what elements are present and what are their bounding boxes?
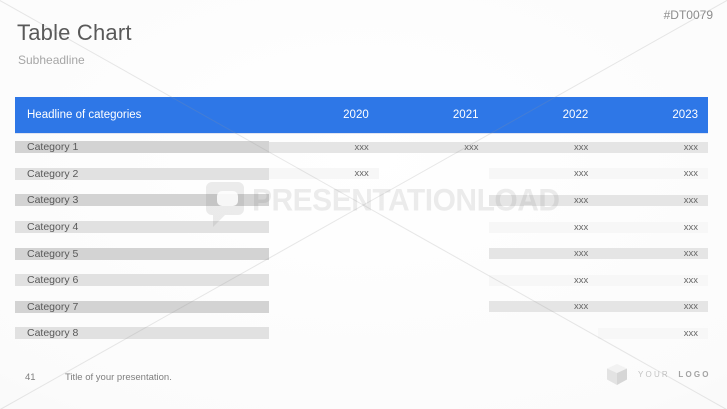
table-body: Category 1 xxx xxx xxx xxx Category 2 xx… — [15, 134, 708, 347]
category-cell: Category 5 — [15, 248, 269, 260]
value-cell: xxx — [598, 248, 708, 259]
category-cell: Category 6 — [15, 274, 269, 286]
table-chart: Headline of categories 2020 2021 2022 20… — [15, 97, 708, 347]
table-header-year-2021: 2021 — [379, 109, 489, 121]
cube-logo-icon — [606, 364, 628, 385]
value-cell: xxx — [598, 195, 708, 206]
slide: #DT0079 Table Chart Subheadline Headline… — [0, 0, 727, 409]
table-header-year-2023: 2023 — [598, 109, 708, 121]
table-row: Category 8 xxx — [15, 320, 708, 347]
value-cell: xxx — [489, 195, 599, 206]
your-logo-word2: LOGO — [678, 370, 710, 379]
category-cell: Category 7 — [15, 301, 269, 313]
category-cell: Category 3 — [15, 194, 269, 206]
table-header-categories: Headline of categories — [15, 109, 269, 121]
category-cell: Category 2 — [15, 168, 269, 180]
value-cell: xxx — [269, 168, 379, 179]
value-cell: xxx — [489, 301, 599, 312]
table-row: Category 3 xxx xxx — [15, 187, 708, 214]
table-row: Category 6 xxx xxx — [15, 267, 708, 294]
table-header-row: Headline of categories 2020 2021 2022 20… — [15, 97, 708, 134]
your-logo-text: YOUR LOGO — [638, 370, 711, 379]
value-cell: xxx — [489, 168, 599, 179]
category-cell: Category 1 — [15, 141, 269, 153]
table-header-year-2022: 2022 — [489, 109, 599, 121]
value-cell: xxx — [598, 275, 708, 286]
value-cell: xxx — [269, 142, 379, 153]
value-cell: xxx — [598, 301, 708, 312]
value-cell: xxx — [598, 142, 708, 153]
table-header-year-2020: 2020 — [269, 109, 379, 121]
table-row: Category 5 xxx xxx — [15, 240, 708, 267]
page-title: Table Chart — [17, 20, 132, 46]
table-row: Category 7 xxx xxx — [15, 294, 708, 321]
value-cell: xxx — [598, 168, 708, 179]
value-cell: xxx — [598, 328, 708, 339]
value-cell: xxx — [379, 142, 489, 153]
table-row: Category 1 xxx xxx xxx xxx — [15, 134, 708, 161]
value-cell: xxx — [489, 248, 599, 259]
footer-presentation-title: Title of your presentation. — [65, 372, 172, 383]
value-cell: xxx — [489, 222, 599, 233]
value-cell: xxx — [489, 142, 599, 153]
page-number: 41 — [25, 372, 36, 383]
table-row: Category 2 xxx xxx xxx — [15, 161, 708, 188]
category-cell: Category 4 — [15, 221, 269, 233]
value-cell: xxx — [489, 275, 599, 286]
your-logo-word1: YOUR — [638, 370, 670, 379]
category-cell: Category 8 — [15, 327, 269, 339]
page-subtitle: Subheadline — [18, 53, 85, 67]
value-cell: xxx — [598, 222, 708, 233]
template-code: #DT0079 — [664, 8, 713, 22]
logo-placeholder: YOUR LOGO — [606, 364, 711, 385]
table-row: Category 4 xxx xxx — [15, 214, 708, 241]
